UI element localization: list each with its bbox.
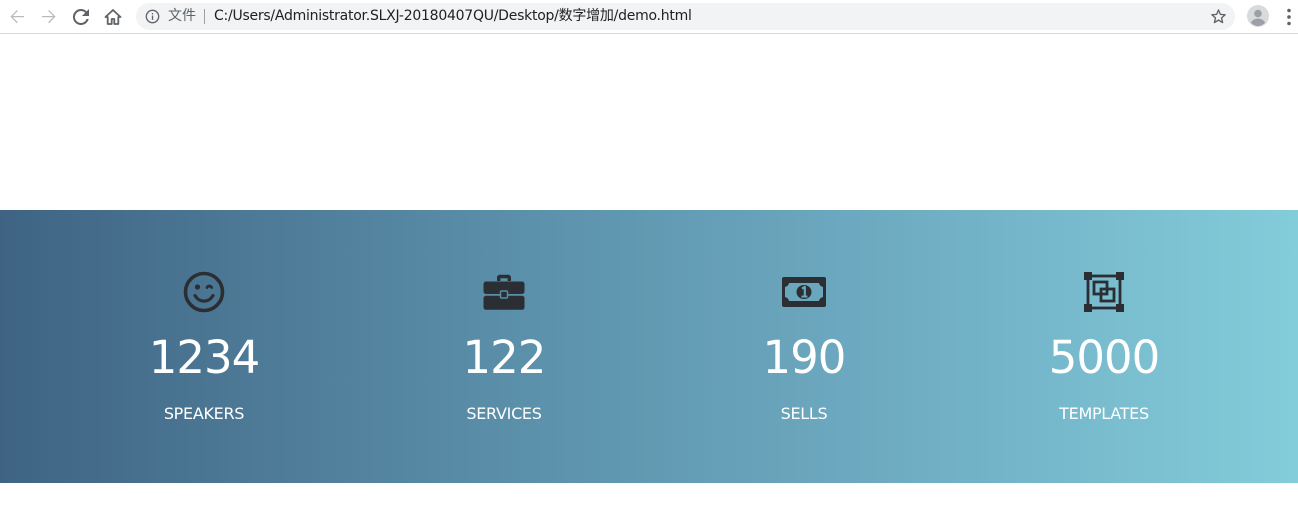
forward-arrow-icon[interactable] bbox=[36, 4, 62, 30]
stat-label: SERVICES bbox=[466, 404, 542, 423]
stat-label: SELLS bbox=[780, 404, 828, 423]
star-icon[interactable] bbox=[1210, 8, 1227, 25]
money-icon bbox=[782, 277, 826, 307]
template-icon bbox=[1084, 272, 1124, 312]
briefcase-icon bbox=[483, 274, 525, 310]
file-scheme-label: 文件 bbox=[168, 8, 196, 24]
stat-value: 5000 bbox=[1048, 331, 1161, 384]
omnibox-separator bbox=[204, 9, 205, 24]
browser-toolbar: 文件 C:/Users/Administrator.SLXJ-20180407Q… bbox=[0, 0, 1298, 34]
url-text[interactable]: C:/Users/Administrator.SLXJ-20180407QU/D… bbox=[214, 8, 692, 25]
info-icon[interactable] bbox=[145, 9, 160, 24]
stat-speakers: 1234 SPEAKERS bbox=[54, 210, 354, 483]
stats-section: 1234 SPEAKERS 122 SERVICES 190 SELLS 500… bbox=[0, 210, 1298, 483]
stat-value: 190 bbox=[762, 331, 847, 384]
smile-icon bbox=[183, 271, 225, 313]
back-arrow-icon[interactable] bbox=[4, 4, 30, 30]
address-bar[interactable]: 文件 C:/Users/Administrator.SLXJ-20180407Q… bbox=[136, 3, 1235, 30]
stat-services: 122 SERVICES bbox=[354, 210, 654, 483]
stat-sells: 190 SELLS bbox=[654, 210, 954, 483]
account-avatar-icon[interactable] bbox=[1247, 5, 1269, 27]
reload-icon[interactable] bbox=[68, 4, 94, 30]
home-icon[interactable] bbox=[100, 4, 126, 30]
stat-templates: 5000 TEMPLATES bbox=[954, 210, 1254, 483]
stat-value: 1234 bbox=[148, 331, 261, 384]
stat-label: TEMPLATES bbox=[1059, 404, 1149, 423]
more-menu-icon[interactable] bbox=[1281, 7, 1297, 27]
stat-label: SPEAKERS bbox=[163, 404, 245, 423]
stat-value: 122 bbox=[462, 331, 547, 384]
